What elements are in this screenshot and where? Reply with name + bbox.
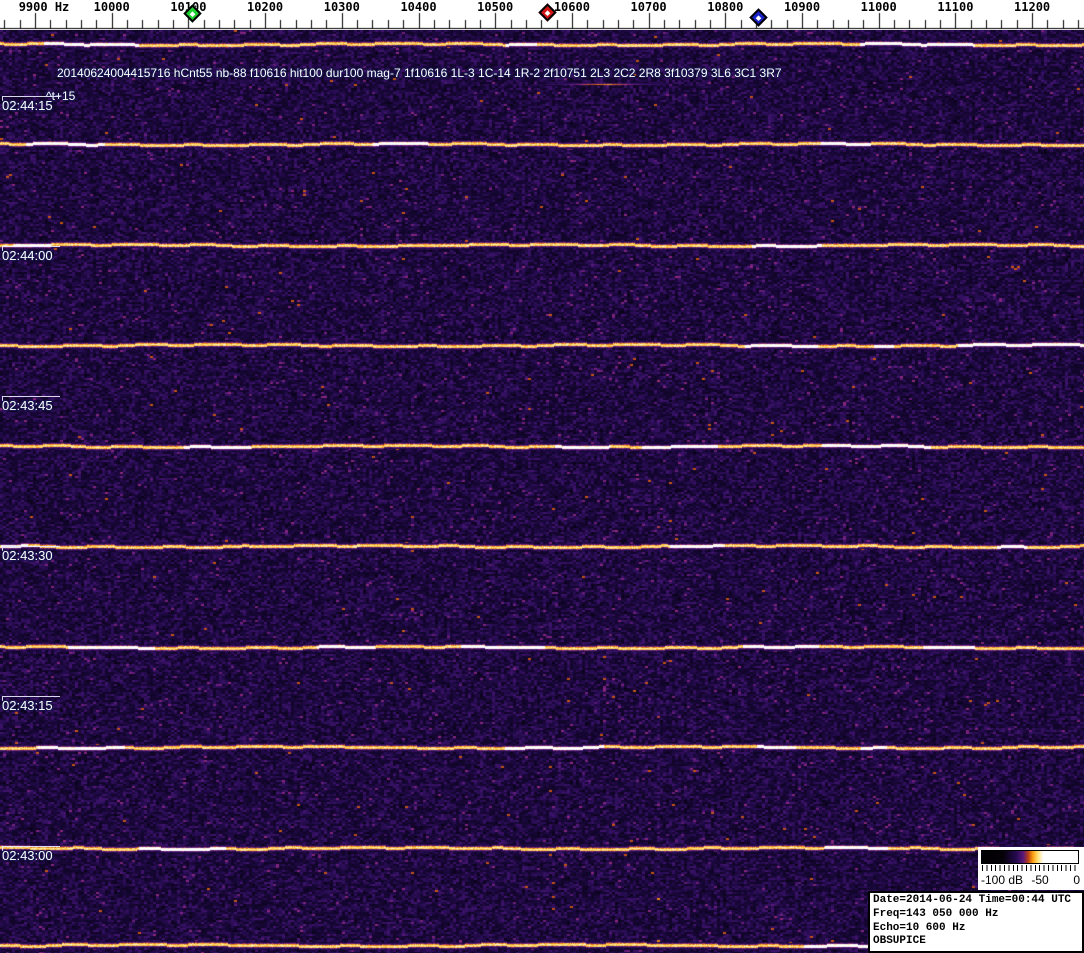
- time-label: 02:43:30: [2, 548, 53, 563]
- marker-center-dot: [189, 10, 195, 16]
- freq-tick-label: 10800: [707, 0, 744, 14]
- marker-center-dot: [544, 9, 550, 15]
- freq-tick-label: 9900 Hz: [18, 0, 70, 14]
- freq-tick-label: 10500: [477, 0, 514, 14]
- freq-tick-label: 10900: [783, 0, 821, 14]
- freq-tick-label: 10000: [93, 0, 130, 14]
- freq-tick-label: 11200: [1014, 0, 1051, 14]
- db-color-scale: -100 dB -50 0: [978, 847, 1084, 890]
- time-label: 02:43:15: [2, 698, 53, 713]
- db-label-mid: -50: [1031, 873, 1049, 887]
- observation-info-box: Date=2014-06-24 Time=00:44 UTC Freq=143 …: [868, 891, 1084, 953]
- marker-center-dot: [755, 14, 761, 20]
- info-frequency: Freq=143 050 000 Hz: [873, 907, 999, 920]
- info-observatory: OBSUPICE: [873, 935, 926, 948]
- freq-tick-label: 10300: [323, 0, 360, 14]
- db-gradient-bar: [981, 850, 1079, 864]
- freq-tick-label: 10700: [630, 0, 667, 14]
- info-date-time: Date=2014-06-24 Time=00:44 UTC: [873, 894, 1072, 906]
- hit-annotation-text: 20140624004415716 hCnt55 nb-88 f10616 hi…: [57, 66, 782, 80]
- freq-tick-label: 11100: [937, 0, 974, 14]
- info-echo: Echo=10 600 Hz: [873, 921, 966, 934]
- time-label: 02:43:00: [2, 848, 53, 863]
- spectrogram-app-window: 9900 Hz100001010010200103001040010500106…: [0, 0, 1084, 953]
- time-label: 02:43:45: [2, 398, 53, 413]
- frequency-axis: 9900 Hz100001010010200103001040010500106…: [0, 0, 1084, 30]
- time-label: 02:44:00: [2, 248, 53, 263]
- freq-tick-label: 11000: [860, 0, 897, 14]
- freq-tick-label: 10400: [400, 0, 437, 14]
- time-label: 02:44:15: [2, 98, 53, 113]
- db-label-min: -100 dB: [981, 873, 1024, 887]
- db-scale-ticks: [982, 865, 1079, 871]
- freq-tick-label: 10600: [553, 0, 590, 14]
- spectrogram-canvas[interactable]: [0, 30, 1084, 953]
- freq-tick-label: 10200: [247, 0, 284, 14]
- db-label-max: 0: [1073, 873, 1080, 887]
